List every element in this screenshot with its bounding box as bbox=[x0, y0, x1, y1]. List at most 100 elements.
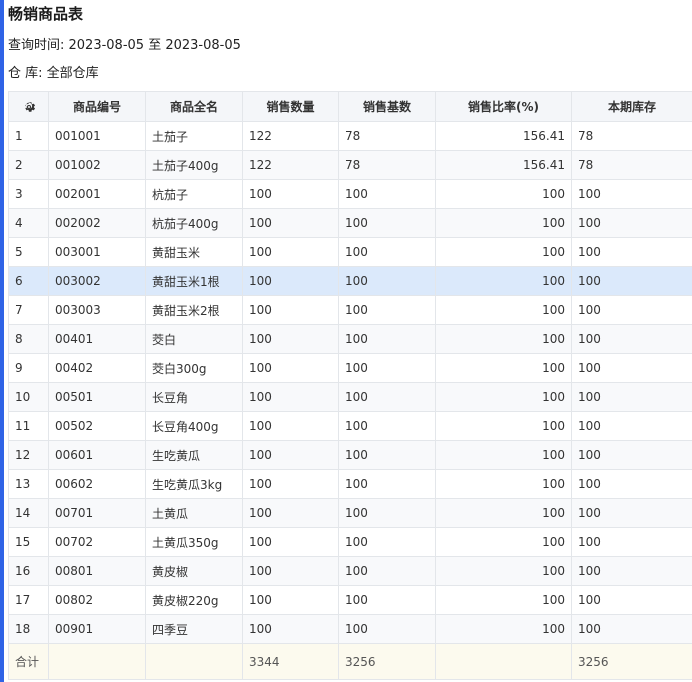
cell-stock: 100 bbox=[571, 353, 692, 383]
cell-product-name: 生吃黄瓜 bbox=[145, 440, 243, 470]
footer-sales-qty: 3344 bbox=[242, 643, 339, 680]
cell-row-index: 13 bbox=[8, 469, 49, 499]
cell-sales-ratio: 100 bbox=[435, 411, 572, 441]
cell-stock: 100 bbox=[571, 237, 692, 267]
footer-stock: 3256 bbox=[571, 643, 692, 680]
bestseller-table: 商品编号 商品全名 销售数量 销售基数 销售比率(%) 本期库存 1 001001… bbox=[8, 91, 692, 680]
cell-product-name: 黄甜玉米2根 bbox=[145, 295, 243, 325]
footer-label: 合计 bbox=[8, 643, 49, 680]
table-row[interactable]: 5 003001 黄甜玉米 100 100 100 100 bbox=[8, 237, 692, 267]
cell-product-name: 长豆角400g bbox=[145, 411, 243, 441]
cell-product-name: 土茄子400g bbox=[145, 150, 243, 180]
cell-row-index: 9 bbox=[8, 353, 49, 383]
cell-product-code: 00502 bbox=[48, 411, 146, 441]
cell-product-name: 黄皮椒 bbox=[145, 556, 243, 586]
cell-row-index: 8 bbox=[8, 324, 49, 354]
table-row[interactable]: 4 002002 杭茄子400g 100 100 100 100 bbox=[8, 208, 692, 238]
cell-sales-qty: 122 bbox=[242, 121, 339, 151]
cell-sales-ratio: 100 bbox=[435, 556, 572, 586]
table-row[interactable]: 17 00802 黄皮椒220g 100 100 100 100 bbox=[8, 585, 692, 615]
cell-stock: 100 bbox=[571, 498, 692, 528]
cell-sales-qty: 100 bbox=[242, 353, 339, 383]
cell-row-index: 16 bbox=[8, 556, 49, 586]
cell-row-index: 2 bbox=[8, 150, 49, 180]
cell-sales-qty: 100 bbox=[242, 179, 339, 209]
table-row[interactable]: 8 00401 茭白 100 100 100 100 bbox=[8, 324, 692, 354]
table-row[interactable]: 6 003002 黄甜玉米1根 100 100 100 100 bbox=[8, 266, 692, 296]
table-row[interactable]: 3 002001 杭茄子 100 100 100 100 bbox=[8, 179, 692, 209]
cell-stock: 100 bbox=[571, 527, 692, 557]
cell-sales-qty: 100 bbox=[242, 208, 339, 238]
gear-icon bbox=[24, 101, 35, 112]
cell-stock: 78 bbox=[571, 121, 692, 151]
column-settings-button[interactable] bbox=[8, 91, 49, 122]
header-sales-qty[interactable]: 销售数量 bbox=[242, 91, 339, 122]
cell-sales-base: 100 bbox=[338, 498, 436, 528]
table-body: 1 001001 土茄子 122 78 156.41 78 2 001002 土茄子400g 122… bbox=[8, 121, 692, 644]
cell-product-code: 003001 bbox=[48, 237, 146, 267]
cell-product-name: 杭茄子 bbox=[145, 179, 243, 209]
cell-sales-qty: 100 bbox=[242, 324, 339, 354]
cell-sales-ratio: 100 bbox=[435, 208, 572, 238]
cell-sales-qty: 100 bbox=[242, 556, 339, 586]
cell-row-index: 15 bbox=[8, 527, 49, 557]
table-row[interactable]: 16 00801 黄皮椒 100 100 100 100 bbox=[8, 556, 692, 586]
cell-sales-base: 100 bbox=[338, 411, 436, 441]
footer-empty-code bbox=[48, 643, 146, 680]
cell-sales-ratio: 100 bbox=[435, 382, 572, 412]
cell-sales-base: 100 bbox=[338, 353, 436, 383]
cell-stock: 100 bbox=[571, 208, 692, 238]
cell-sales-base: 100 bbox=[338, 208, 436, 238]
cell-sales-qty: 100 bbox=[242, 382, 339, 412]
cell-sales-qty: 100 bbox=[242, 585, 339, 615]
cell-sales-base: 100 bbox=[338, 237, 436, 267]
cell-stock: 100 bbox=[571, 411, 692, 441]
cell-sales-ratio: 100 bbox=[435, 237, 572, 267]
cell-product-code: 001001 bbox=[48, 121, 146, 151]
table-header-row: 商品编号 商品全名 销售数量 销售基数 销售比率(%) 本期库存 bbox=[8, 91, 692, 122]
cell-row-index: 5 bbox=[8, 237, 49, 267]
cell-product-code: 003003 bbox=[48, 295, 146, 325]
cell-sales-base: 100 bbox=[338, 382, 436, 412]
cell-sales-qty: 100 bbox=[242, 411, 339, 441]
table-row[interactable]: 14 00701 土黄瓜 100 100 100 100 bbox=[8, 498, 692, 528]
footer-sales-base: 3256 bbox=[338, 643, 436, 680]
header-sales-ratio[interactable]: 销售比率(%) bbox=[435, 91, 572, 122]
cell-sales-ratio: 100 bbox=[435, 498, 572, 528]
cell-sales-qty: 100 bbox=[242, 527, 339, 557]
cell-product-code: 00901 bbox=[48, 614, 146, 644]
cell-sales-base: 78 bbox=[338, 150, 436, 180]
table-row[interactable]: 10 00501 长豆角 100 100 100 100 bbox=[8, 382, 692, 412]
cell-product-code: 00401 bbox=[48, 324, 146, 354]
header-product-code[interactable]: 商品编号 bbox=[48, 91, 146, 122]
header-sales-base[interactable]: 销售基数 bbox=[338, 91, 436, 122]
table-row[interactable]: 9 00402 茭白300g 100 100 100 100 bbox=[8, 353, 692, 383]
table-row[interactable]: 11 00502 长豆角400g 100 100 100 100 bbox=[8, 411, 692, 441]
warehouse-filter: 仓 库: 全部仓库 bbox=[8, 66, 99, 81]
table-row[interactable]: 18 00901 四季豆 100 100 100 100 bbox=[8, 614, 692, 644]
cell-row-index: 11 bbox=[8, 411, 49, 441]
header-product-name[interactable]: 商品全名 bbox=[145, 91, 243, 122]
cell-row-index: 4 bbox=[8, 208, 49, 238]
table-row[interactable]: 12 00601 生吃黄瓜 100 100 100 100 bbox=[8, 440, 692, 470]
cell-product-name: 土茄子 bbox=[145, 121, 243, 151]
table-row[interactable]: 1 001001 土茄子 122 78 156.41 78 bbox=[8, 121, 692, 151]
cell-product-name: 茭白 bbox=[145, 324, 243, 354]
table-row[interactable]: 7 003003 黄甜玉米2根 100 100 100 100 bbox=[8, 295, 692, 325]
table-row[interactable]: 2 001002 土茄子400g 122 78 156.41 78 bbox=[8, 150, 692, 180]
cell-sales-base: 100 bbox=[338, 585, 436, 615]
cell-sales-base: 100 bbox=[338, 324, 436, 354]
cell-sales-qty: 100 bbox=[242, 614, 339, 644]
cell-sales-base: 100 bbox=[338, 556, 436, 586]
table-row[interactable]: 13 00602 生吃黄瓜3kg 100 100 100 100 bbox=[8, 469, 692, 499]
table-row[interactable]: 15 00702 土黄瓜350g 100 100 100 100 bbox=[8, 527, 692, 557]
cell-sales-ratio: 100 bbox=[435, 266, 572, 296]
cell-sales-qty: 100 bbox=[242, 237, 339, 267]
cell-stock: 100 bbox=[571, 469, 692, 499]
cell-row-index: 10 bbox=[8, 382, 49, 412]
cell-sales-ratio: 100 bbox=[435, 440, 572, 470]
cell-row-index: 6 bbox=[8, 266, 49, 296]
cell-sales-base: 100 bbox=[338, 440, 436, 470]
cell-stock: 100 bbox=[571, 295, 692, 325]
header-stock[interactable]: 本期库存 bbox=[571, 91, 692, 122]
